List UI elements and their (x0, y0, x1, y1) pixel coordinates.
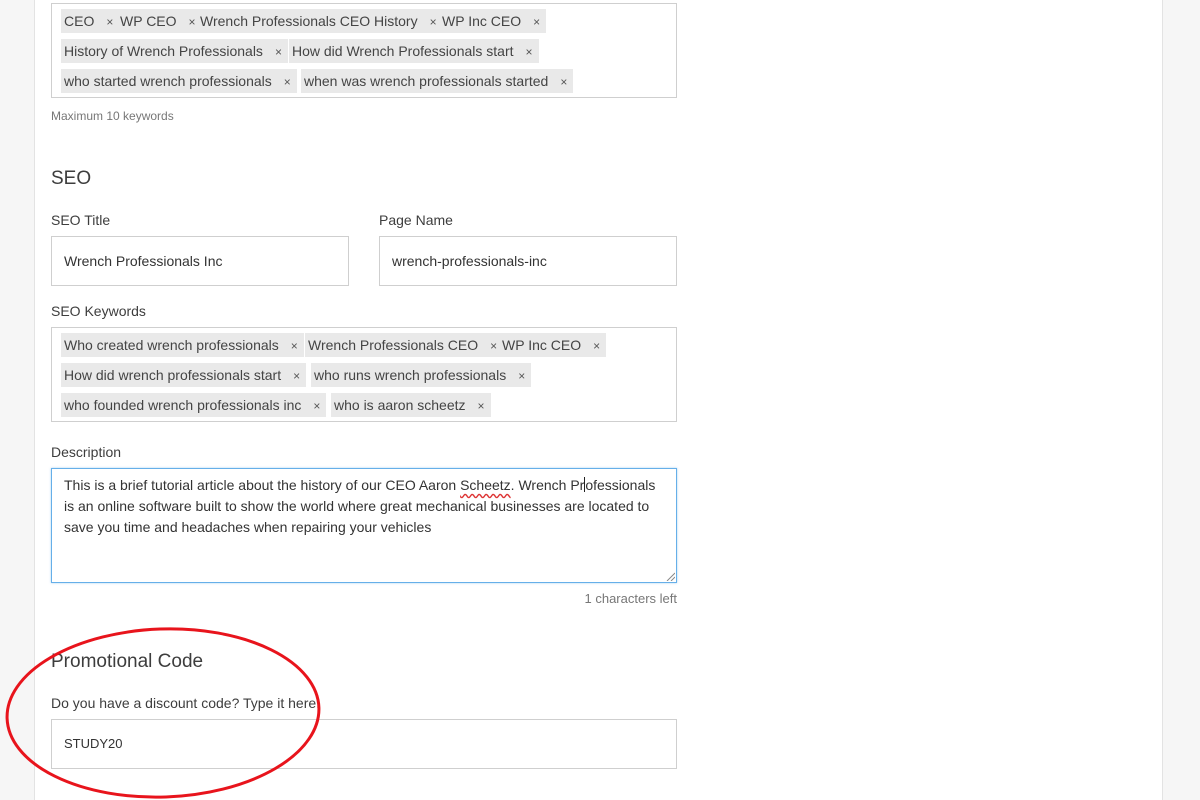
remove-tag-icon[interactable]: × (275, 40, 282, 64)
keyword-tag: who started wrench professionals × (61, 69, 297, 93)
seo-keyword-tag-label: who runs wrench professionals (314, 367, 507, 383)
description-text-part: . Wrench Pr (510, 477, 585, 493)
seo-keyword-tag: Who created wrench professionals × (61, 333, 304, 357)
remove-tag-icon[interactable]: × (560, 70, 567, 94)
keyword-tag: Wrench Professionals CEO History × (197, 9, 443, 33)
remove-tag-icon[interactable]: × (313, 394, 320, 418)
resize-handle-icon[interactable] (666, 572, 675, 581)
keyword-tag-label: WP Inc CEO (442, 13, 522, 29)
page-name-label: Page Name (379, 212, 453, 228)
keywords-tag-box[interactable]: CEO × WP CEO × Wrench Professionals CEO Hi… (51, 3, 677, 98)
keyword-tag-label: WP CEO (120, 13, 177, 29)
keyword-tag-label: CEO (64, 13, 95, 29)
keyword-tag: History of Wrench Professionals × (61, 39, 288, 63)
characters-left-counter: 1 characters left (584, 591, 678, 606)
seo-keyword-tag: WP Inc CEO × (499, 333, 607, 358)
seo-keywords-tag-box[interactable]: Who created wrench professionals × Wrench… (51, 327, 677, 422)
remove-tag-icon[interactable]: × (291, 334, 298, 358)
keyword-tag-label: Wrench Professionals CEO History (200, 13, 418, 29)
keyword-tag: How did Wrench Professionals start × (289, 39, 539, 63)
description-text-part: This is a brief tutorial article about t… (64, 477, 461, 493)
remove-tag-icon[interactable]: × (293, 364, 300, 388)
remove-tag-icon[interactable]: × (284, 70, 291, 94)
keyword-tag-label: who started wrench professionals (64, 73, 272, 89)
seo-keyword-tag-label: who founded wrench professionals inc (64, 397, 302, 413)
seo-keyword-tag-label: WP Inc CEO (502, 337, 582, 353)
seo-keyword-tag-label: How did wrench professionals start (64, 367, 282, 383)
seo-title-input[interactable]: Wrench Professionals Inc (51, 236, 349, 286)
remove-tag-icon[interactable]: × (533, 10, 540, 34)
seo-heading: SEO (51, 168, 92, 189)
seo-title-label: SEO Title (51, 212, 111, 228)
seo-keyword-tag: Wrench Professionals CEO × (305, 333, 504, 358)
keywords-limit-hint: Maximum 10 keywords (51, 109, 174, 123)
seo-keyword-tag: who is aaron scheetz × (331, 393, 491, 417)
remove-tag-icon[interactable]: × (430, 10, 437, 34)
keyword-tag-label: How did Wrench Professionals start (292, 43, 514, 59)
remove-tag-icon[interactable]: × (478, 394, 485, 418)
remove-tag-icon[interactable]: × (189, 10, 196, 34)
keyword-tag: when was wrench professionals started × (301, 69, 574, 94)
page-name-input[interactable]: wrench-professionals-inc (379, 236, 677, 286)
description-textarea[interactable]: This is a brief tutorial article about t… (51, 468, 677, 583)
seo-keywords-label: SEO Keywords (51, 303, 146, 319)
remove-tag-icon[interactable]: × (593, 334, 600, 358)
remove-tag-icon[interactable]: × (526, 40, 533, 64)
keyword-tag-label: when was wrench professionals started (304, 73, 549, 89)
remove-tag-icon[interactable]: × (490, 334, 497, 358)
seo-keyword-tag: who founded wrench professionals inc × (61, 393, 327, 418)
remove-tag-icon[interactable]: × (106, 10, 113, 34)
seo-keyword-tag-label: who is aaron scheetz (334, 397, 466, 413)
keyword-tag: WP CEO × (117, 9, 202, 33)
seo-keyword-tag-label: Wrench Professionals CEO (308, 337, 479, 353)
seo-keyword-tag: How did wrench professionals start × (61, 363, 307, 388)
description-label: Description (51, 444, 122, 460)
remove-tag-icon[interactable]: × (518, 364, 525, 388)
misspelled-word: Scheetz (460, 477, 511, 493)
keyword-tag-label: History of Wrench Professionals (64, 43, 263, 59)
seo-keyword-tag: who runs wrench professionals × (311, 363, 532, 388)
keyword-tag: CEO × (61, 9, 120, 34)
seo-keyword-tag-label: Who created wrench professionals (64, 337, 279, 353)
keyword-tag: WP Inc CEO × (439, 9, 547, 34)
highlight-circle-annotation (5, 627, 321, 799)
